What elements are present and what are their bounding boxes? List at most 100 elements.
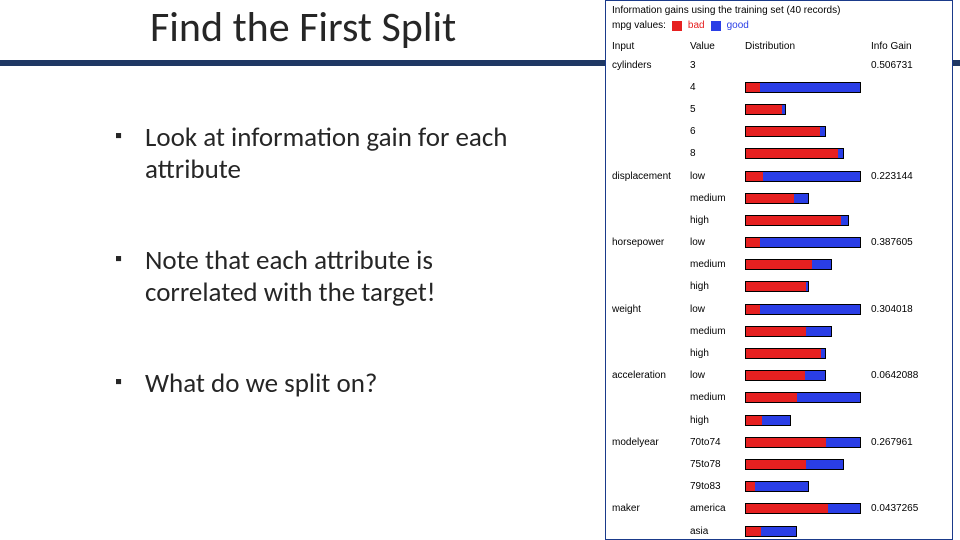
seg-bad bbox=[746, 416, 762, 425]
dist-bar bbox=[745, 437, 861, 448]
seg-bad bbox=[746, 172, 763, 181]
swatch-good bbox=[711, 21, 721, 31]
slide: Find the First Split Look at information… bbox=[0, 0, 960, 540]
seg-good bbox=[828, 504, 860, 513]
mpg-label: mpg values: bbox=[612, 20, 666, 31]
seg-good bbox=[760, 238, 860, 247]
swatch-bad bbox=[672, 21, 682, 31]
cell-dist bbox=[745, 526, 871, 537]
seg-good bbox=[806, 460, 843, 469]
seg-good bbox=[838, 149, 843, 158]
panel-title: Information gains using the training set… bbox=[606, 1, 952, 18]
seg-bad bbox=[746, 349, 821, 358]
legend-bad: bad bbox=[688, 20, 705, 31]
cell-gain: 0.304018 bbox=[871, 304, 931, 315]
table-row: modelyear70to740.267961 bbox=[612, 431, 946, 453]
cell-value: medium bbox=[690, 392, 745, 403]
seg-bad bbox=[746, 504, 828, 513]
seg-bad bbox=[746, 216, 841, 225]
cell-dist bbox=[745, 459, 871, 470]
cell-dist bbox=[745, 237, 871, 248]
cell-value: high bbox=[690, 415, 745, 426]
seg-bad bbox=[746, 527, 761, 536]
seg-good bbox=[760, 305, 860, 314]
cell-dist bbox=[745, 60, 871, 71]
cell-value: high bbox=[690, 348, 745, 359]
cell-value: 4 bbox=[690, 82, 745, 93]
dist-bar bbox=[745, 392, 861, 403]
seg-bad bbox=[746, 327, 806, 336]
cell-dist bbox=[745, 415, 871, 426]
seg-bad bbox=[746, 149, 838, 158]
dist-bar bbox=[745, 148, 844, 159]
cell-value: 79to83 bbox=[690, 481, 745, 492]
cell-dist bbox=[745, 392, 871, 403]
table-row: 79to83 bbox=[612, 476, 946, 498]
slide-title: Find the First Split bbox=[150, 2, 456, 53]
table-row: displacementlow0.223144 bbox=[612, 165, 946, 187]
dist-bar bbox=[745, 171, 861, 182]
dist-bar bbox=[745, 326, 832, 337]
bullet-item: What do we split on? bbox=[115, 368, 535, 400]
seg-good bbox=[763, 172, 860, 181]
seg-bad bbox=[746, 482, 755, 491]
cell-gain: 0.0437265 bbox=[871, 503, 931, 514]
cell-input: cylinders bbox=[612, 60, 690, 71]
cell-gain: 0.387605 bbox=[871, 237, 931, 248]
seg-bad bbox=[746, 238, 760, 247]
seg-bad bbox=[746, 305, 760, 314]
cell-dist bbox=[745, 437, 871, 448]
dist-bar bbox=[745, 370, 826, 381]
table-row: high bbox=[612, 276, 946, 298]
table-row: 75to78 bbox=[612, 453, 946, 475]
cell-input: maker bbox=[612, 503, 690, 514]
cell-value: 3 bbox=[690, 60, 745, 71]
legend-good: good bbox=[727, 20, 749, 31]
table-row: high bbox=[612, 209, 946, 231]
table-row: medium bbox=[612, 387, 946, 409]
cell-gain: 0.506731 bbox=[871, 60, 931, 71]
dist-bar bbox=[745, 215, 849, 226]
hdr-value: Value bbox=[690, 41, 745, 52]
cell-dist bbox=[745, 326, 871, 337]
dist-bar bbox=[745, 281, 809, 292]
dist-bar bbox=[745, 526, 797, 537]
panel-rows: cylinders30.5067314568displacementlow0.2… bbox=[606, 54, 952, 540]
seg-bad bbox=[746, 371, 805, 380]
dist-bar bbox=[745, 304, 861, 315]
legend-row: mpg values: bad good bbox=[606, 18, 952, 37]
bullet-item: Note that each attribute is correlated w… bbox=[115, 245, 535, 310]
cell-value: low bbox=[690, 237, 745, 248]
table-row: medium bbox=[612, 320, 946, 342]
seg-bad bbox=[746, 83, 760, 92]
seg-good bbox=[762, 416, 791, 425]
seg-good bbox=[826, 438, 860, 447]
table-row: makeramerica0.0437265 bbox=[612, 498, 946, 520]
dist-bar bbox=[745, 481, 809, 492]
dist-bar bbox=[745, 348, 826, 359]
cell-dist bbox=[745, 126, 871, 137]
cell-value: 8 bbox=[690, 148, 745, 159]
dist-bar bbox=[745, 60, 863, 71]
cell-value: medium bbox=[690, 193, 745, 204]
cell-value: medium bbox=[690, 326, 745, 337]
cell-value: 70to74 bbox=[690, 437, 745, 448]
seg-good bbox=[755, 482, 808, 491]
seg-good bbox=[806, 282, 808, 291]
cell-value: 6 bbox=[690, 126, 745, 137]
seg-good bbox=[760, 83, 860, 92]
cell-dist bbox=[745, 503, 871, 514]
table-row: 4 bbox=[612, 76, 946, 98]
seg-good bbox=[794, 194, 808, 203]
dist-bar bbox=[745, 104, 786, 115]
table-row: medium bbox=[612, 254, 946, 276]
cell-value: high bbox=[690, 281, 745, 292]
bullet-item: Look at information gain for each attrib… bbox=[115, 122, 535, 187]
cell-input: weight bbox=[612, 304, 690, 315]
seg-bad bbox=[746, 460, 806, 469]
table-row: horsepowerlow0.387605 bbox=[612, 232, 946, 254]
seg-good bbox=[812, 260, 831, 269]
cell-value: 75to78 bbox=[690, 459, 745, 470]
cell-value: asia bbox=[690, 526, 745, 537]
seg-good bbox=[820, 127, 826, 136]
